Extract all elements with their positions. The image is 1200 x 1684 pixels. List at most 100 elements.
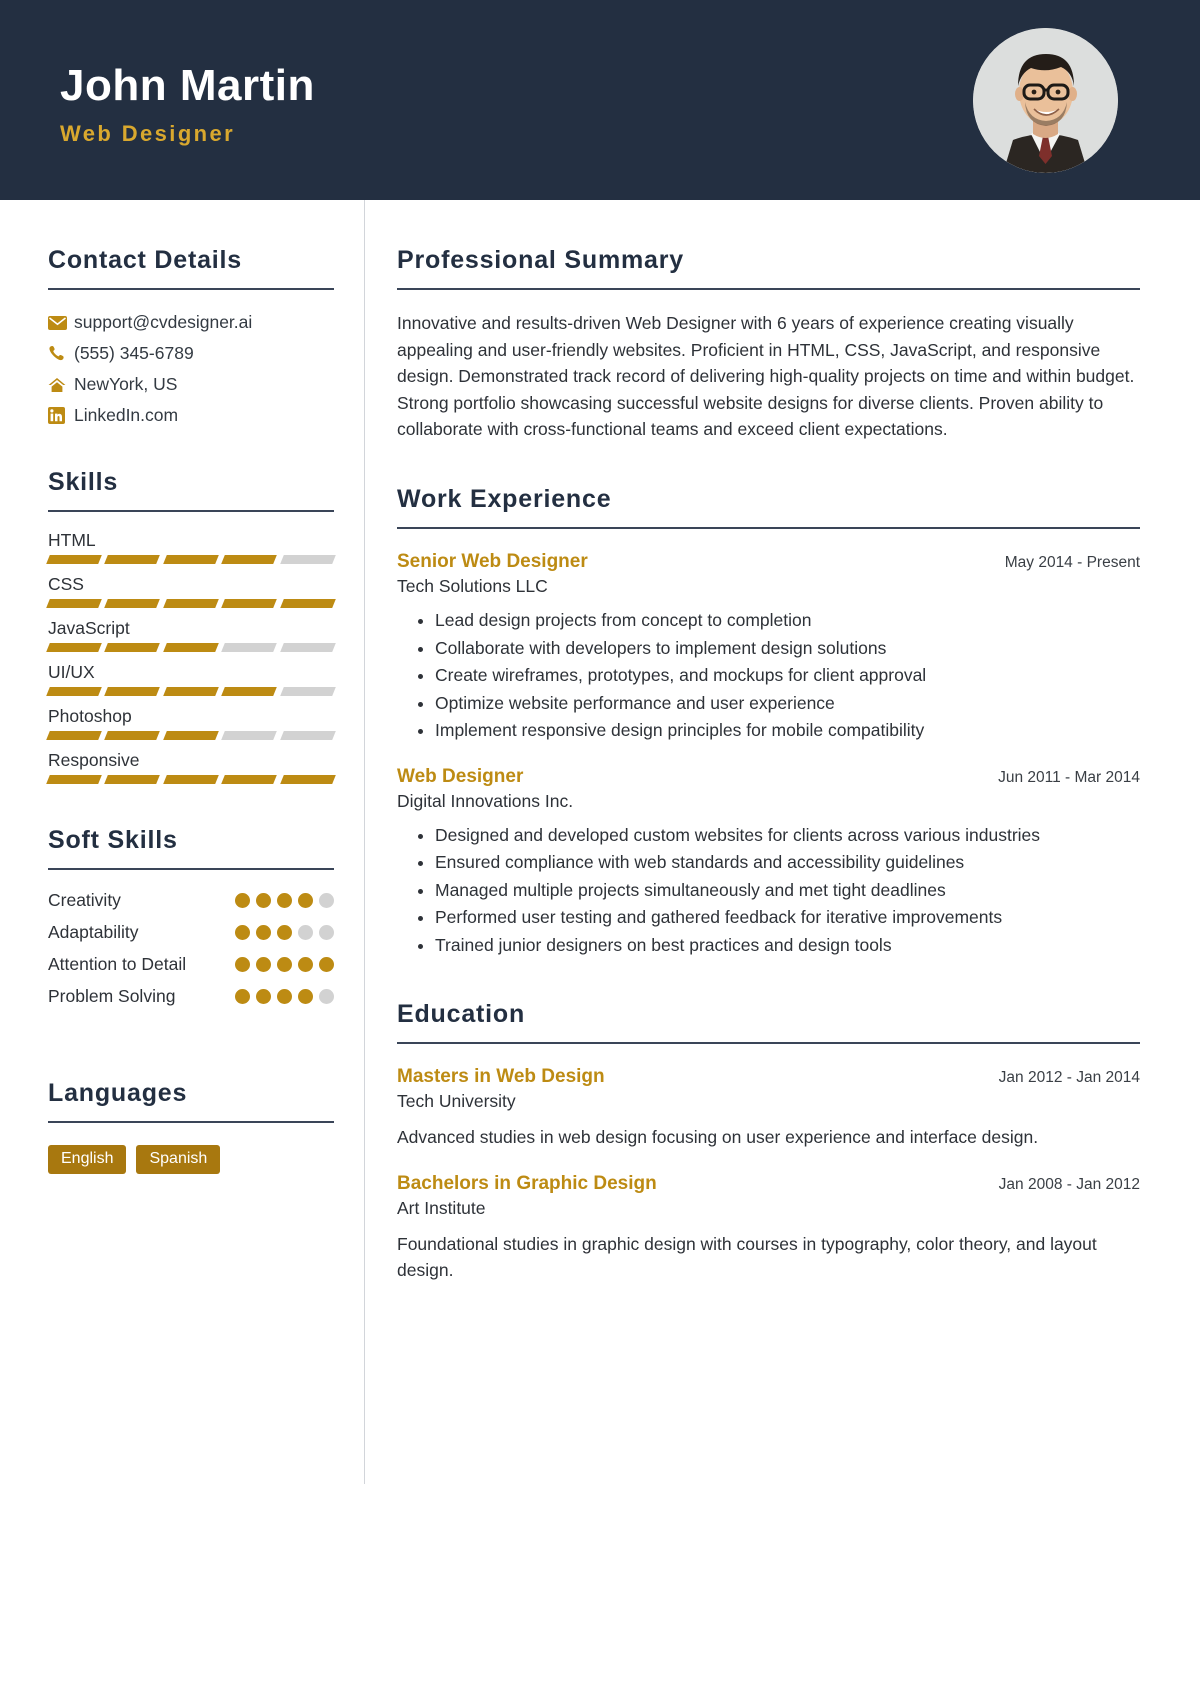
education-description: Advanced studies in web design focusing … (397, 1127, 1039, 1148)
rating-dot (319, 957, 334, 972)
divider (397, 1042, 1140, 1045)
skill-item: CSS (46, 574, 336, 608)
soft-skill-label: Adaptability (48, 922, 139, 942)
skill-bar-segment (279, 687, 336, 696)
work-bullet: Create wireframes, prototypes, and mocku… (435, 663, 1140, 689)
skill-label: Photoshop (48, 706, 132, 726)
skill-item: UI/UX (46, 662, 336, 696)
rating-dot (235, 893, 250, 908)
soft-skill-item: Problem Solving (48, 986, 334, 1007)
work-bullet: Optimize website performance and user ex… (435, 691, 1140, 717)
work-bullet-list: Lead design projects from concept to com… (435, 608, 1140, 744)
skill-bar-segment (162, 599, 220, 608)
education-school: Art Institute (397, 1197, 486, 1218)
skill-level-bar (46, 643, 336, 652)
sidebar: Contact Details support@cvdesigner.ai (5… (0, 200, 365, 1484)
skill-bar-segment (46, 643, 103, 652)
soft-skill-rating (235, 893, 334, 908)
work-entry-list: Senior Web Designer May 2014 - Present T… (397, 551, 1140, 958)
header-text-block: John Martin Web Designer (60, 53, 315, 148)
work-job-title: Web Designer (397, 765, 524, 787)
skill-bar-segment (104, 687, 161, 696)
work-entry: Web Designer Jun 2011 - Mar 2014 Digital… (397, 766, 1140, 959)
work-bullet-list: Designed and developed custom websites f… (435, 823, 1140, 959)
divider (48, 1121, 334, 1123)
work-entry: Senior Web Designer May 2014 - Present T… (397, 551, 1140, 744)
rating-dot (298, 957, 313, 972)
contact-item-location[interactable]: NewYork, US (48, 374, 334, 395)
summary-text: Innovative and results-driven Web Design… (397, 313, 1135, 440)
education-entry-header: Masters in Web Design Jan 2012 - Jan 201… (397, 1066, 1140, 1088)
education-date-range: Jan 2012 - Jan 2014 (998, 1069, 1140, 1087)
soft-skill-item: Adaptability (48, 922, 334, 943)
resume-page: John Martin Web Designer Contact Details… (0, 0, 1200, 1684)
section-heading-summary: Professional Summary (397, 246, 684, 274)
soft-skill-rating (235, 925, 334, 940)
work-company: Digital Innovations Inc. (397, 790, 574, 811)
skill-bar-segment (104, 775, 161, 784)
skill-level-bar (46, 555, 336, 564)
skill-bar-segment (162, 731, 220, 740)
contact-item-label: LinkedIn.com (74, 405, 179, 425)
work-entry-header: Web Designer Jun 2011 - Mar 2014 (397, 766, 1140, 788)
section-soft-skills: Soft Skills Creativity Adaptability Atte… (48, 826, 334, 1007)
language-tag-list: English Spanish (48, 1145, 334, 1174)
linkedin-icon (48, 407, 74, 424)
rating-dot (256, 893, 271, 908)
work-bullet: Lead design projects from concept to com… (435, 608, 1140, 634)
language-tag[interactable]: Spanish (136, 1145, 221, 1174)
skill-bar-segment (104, 555, 161, 564)
section-heading-soft-skills: Soft Skills (48, 826, 178, 854)
section-professional-summary: Professional Summary Innovative and resu… (397, 246, 1140, 443)
work-bullet: Ensured compliance with web standards an… (435, 850, 1140, 876)
phone-icon (48, 345, 74, 362)
skill-bar-segment (221, 775, 278, 784)
skill-label: JavaScript (48, 618, 130, 638)
divider (48, 510, 334, 512)
skill-bar-segment (279, 731, 336, 740)
contact-item-linkedin[interactable]: LinkedIn.com (48, 405, 334, 426)
work-bullet: Managed multiple projects simultaneously… (435, 878, 1140, 904)
skill-bar-segment (221, 643, 278, 652)
resume-body: Contact Details support@cvdesigner.ai (5… (0, 200, 1200, 1484)
contact-item-email[interactable]: support@cvdesigner.ai (48, 312, 334, 333)
contact-item-phone[interactable]: (555) 345-6789 (48, 343, 334, 364)
skill-bar-segment (46, 731, 103, 740)
contact-list: support@cvdesigner.ai (555) 345-6789 New… (48, 312, 334, 426)
rating-dot (235, 989, 250, 1004)
divider (397, 526, 1140, 529)
work-bullet: Collaborate with developers to implement… (435, 636, 1140, 662)
education-degree: Masters in Web Design (397, 1066, 605, 1088)
contact-item-label: support@cvdesigner.ai (74, 312, 253, 332)
education-degree: Bachelors in Graphic Design (397, 1172, 657, 1194)
divider (48, 868, 334, 870)
skill-level-bar (46, 599, 336, 608)
work-bullet: Trained junior designers on best practic… (435, 933, 1140, 959)
soft-skill-label: Creativity (48, 890, 121, 910)
rating-dot (319, 893, 334, 908)
contact-item-label: NewYork, US (74, 374, 178, 394)
language-tag[interactable]: English (48, 1145, 127, 1174)
rating-dot (235, 925, 250, 940)
rating-dot (235, 957, 250, 972)
skill-label: CSS (48, 574, 84, 594)
avatar (973, 27, 1118, 173)
work-company: Tech Solutions LLC (397, 575, 548, 596)
skill-item: Photoshop (46, 706, 336, 740)
education-entry-list: Masters in Web Design Jan 2012 - Jan 201… (397, 1066, 1140, 1283)
education-date-range: Jan 2008 - Jan 2012 (998, 1175, 1140, 1193)
rating-dot (277, 925, 292, 940)
work-entry-header: Senior Web Designer May 2014 - Present (397, 551, 1140, 573)
soft-skills-list: Creativity Adaptability Attention to Det… (48, 890, 334, 1007)
section-contact-details: Contact Details support@cvdesigner.ai (5… (48, 246, 334, 426)
skill-bar-segment (221, 555, 278, 564)
education-entry: Bachelors in Graphic Design Jan 2008 - J… (397, 1173, 1140, 1284)
section-heading-work: Work Experience (397, 484, 612, 513)
skill-bar-segment (46, 555, 103, 564)
section-languages: Languages English Spanish (48, 1079, 334, 1174)
education-description: Foundational studies in graphic design w… (397, 1233, 1097, 1280)
soft-skill-rating (235, 989, 334, 1004)
rating-dot (298, 893, 313, 908)
skill-bar-segment (46, 599, 103, 608)
rating-dot (277, 989, 292, 1004)
